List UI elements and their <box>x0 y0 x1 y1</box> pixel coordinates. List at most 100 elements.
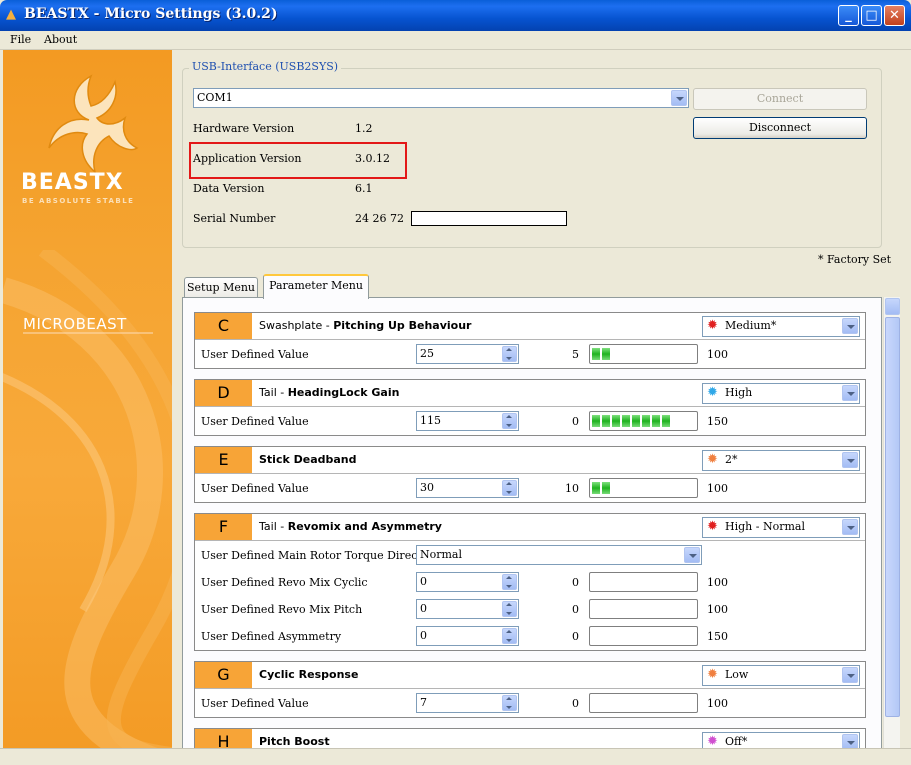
title-bar: ▲ BEASTX - Micro Settings (3.0.2) _ □ ✕ <box>0 0 911 31</box>
sun-icon: ✹ <box>707 734 718 749</box>
vertical-scrollbar[interactable] <box>883 297 900 765</box>
brand-tagline: BE ABSOLUTE STABLE <box>22 197 135 205</box>
spinner-value[interactable]: 25 <box>420 347 434 360</box>
param-title: Tail - HeadingLock Gain <box>259 386 399 399</box>
window-title: BEASTX - Micro Settings (3.0.2) <box>24 6 278 22</box>
tab-setup-menu[interactable]: Setup Menu <box>184 277 258 298</box>
param-block-g: G Cyclic Response ✹ Low User Defined Value 7 0… <box>194 661 866 718</box>
param-option-value: Low <box>725 668 749 681</box>
value-spinner[interactable]: 0 <box>416 626 519 646</box>
param-title-prefix: Tail - <box>259 520 288 533</box>
spinner-arrows-icon[interactable] <box>502 628 517 644</box>
product-name: MICROBEAST <box>23 315 127 333</box>
value-spinner[interactable]: 25 <box>416 344 519 364</box>
menu-about[interactable]: About <box>44 33 77 46</box>
param-title-name: Revomix and Asymmetry <box>287 520 442 533</box>
value-spinner[interactable]: 7 <box>416 693 519 713</box>
spinner-value[interactable]: 115 <box>420 414 441 427</box>
param-letter: E <box>195 447 252 473</box>
spinner-arrows-icon[interactable] <box>502 601 517 617</box>
value-spinner[interactable]: 0 <box>416 572 519 592</box>
chevron-down-icon[interactable] <box>842 667 858 683</box>
hardware-version-label: Hardware Version <box>193 122 295 135</box>
value-spinner[interactable]: 30 <box>416 478 519 498</box>
param-letter: D <box>195 380 252 406</box>
param-title-prefix: Tail - <box>259 386 288 399</box>
serial-number-value: 24 26 72 <box>355 212 404 225</box>
close-button[interactable]: ✕ <box>884 5 905 26</box>
min-value: 0 <box>572 630 579 643</box>
spinner-value[interactable]: 0 <box>420 602 427 615</box>
param-title: Cyclic Response <box>259 668 358 681</box>
chevron-down-icon[interactable] <box>684 547 700 563</box>
spinner-value[interactable]: 30 <box>420 481 434 494</box>
spinner-arrows-icon[interactable] <box>502 695 517 711</box>
connect-button[interactable]: Connect <box>693 88 867 110</box>
param-title-name: Stick Deadband <box>259 453 357 466</box>
param-option-value: High <box>725 386 753 399</box>
min-value: 0 <box>572 697 579 710</box>
chevron-down-icon[interactable] <box>842 385 858 401</box>
value-progress-bar <box>589 693 698 713</box>
scroll-thumb[interactable] <box>885 317 900 717</box>
spinner-value[interactable]: 7 <box>420 696 427 709</box>
param-block-e: E Stick Deadband ✹ 2* User Defined Value 30 10… <box>194 446 866 503</box>
value-progress-bar <box>589 572 698 592</box>
max-value: 100 <box>707 576 728 589</box>
progress-segment <box>602 415 610 427</box>
minimize-button[interactable]: _ <box>838 5 859 26</box>
value-spinner[interactable]: 115 <box>416 411 519 431</box>
max-value: 150 <box>707 630 728 643</box>
value-progress-bar <box>589 626 698 646</box>
param-header: E Stick Deadband ✹ 2* <box>195 447 865 474</box>
spinner-arrows-icon[interactable] <box>502 574 517 590</box>
param-row: User Defined Value 25 5 100 <box>195 341 865 368</box>
menu-bar: File About <box>0 31 911 50</box>
scroll-up-button[interactable] <box>885 298 900 315</box>
serial-number-label: Serial Number <box>193 212 276 225</box>
param-title: Stick Deadband <box>259 453 357 466</box>
chevron-down-icon[interactable] <box>842 318 858 334</box>
chevron-down-icon[interactable] <box>842 452 858 468</box>
com-port-value: COM1 <box>197 91 233 104</box>
chevron-down-icon[interactable] <box>842 519 858 535</box>
max-value: 100 <box>707 348 728 361</box>
param-block-c: C Swashplate - Pitching Up Behaviour ✹ Medi… <box>194 312 866 369</box>
value-spinner[interactable]: 0 <box>416 599 519 619</box>
min-value: 5 <box>572 348 579 361</box>
param-option-select[interactable]: ✹ 2* <box>702 450 860 471</box>
param-option-select[interactable]: ✹ High - Normal <box>702 517 860 538</box>
brand-name: BEASTX <box>21 170 124 195</box>
param-row: User Defined Revo Mix Cyclic 0 0 100 <box>195 569 865 596</box>
progress-segment <box>612 415 620 427</box>
spinner-value[interactable]: 0 <box>420 575 427 588</box>
maximize-button[interactable]: □ <box>861 5 882 26</box>
main-panel: USB-Interface (USB2SYS) COM1 Connect Dis… <box>172 50 911 765</box>
torque-direction-select[interactable]: Normal <box>416 545 702 565</box>
spinner-arrows-icon[interactable] <box>502 346 517 362</box>
spinner-arrows-icon[interactable] <box>502 480 517 496</box>
param-row: User Defined Value 30 10 100 <box>195 475 865 502</box>
param-row-label: User Defined Revo Mix Pitch <box>201 603 363 616</box>
brand-banner: BEASTX BE ABSOLUTE STABLE MICROBEAST <box>3 50 172 750</box>
progress-segment <box>592 415 600 427</box>
chevron-down-icon[interactable] <box>671 90 687 106</box>
min-value: 0 <box>572 576 579 589</box>
param-header: F Tail - Revomix and Asymmetry ✹ High - Nor… <box>195 514 865 541</box>
param-header: C Swashplate - Pitching Up Behaviour ✹ Medi… <box>195 313 865 340</box>
spinner-arrows-icon[interactable] <box>502 413 517 429</box>
param-option-select[interactable]: ✹ Low <box>702 665 860 686</box>
spinner-value[interactable]: 0 <box>420 629 427 642</box>
param-option-value: Off* <box>725 735 748 748</box>
menu-file[interactable]: File <box>10 33 31 46</box>
com-port-select[interactable]: COM1 <box>193 88 689 108</box>
param-title-prefix: Swashplate - <box>259 319 334 332</box>
param-row: User Defined Value 7 0 100 <box>195 690 865 717</box>
param-option-select[interactable]: ✹ Medium* <box>702 316 860 337</box>
param-block-d: D Tail - HeadingLock Gain ✹ High User Define… <box>194 379 866 436</box>
usb-interface-legend: USB-Interface (USB2SYS) <box>189 60 342 73</box>
disconnect-button[interactable]: Disconnect <box>693 117 867 139</box>
tab-parameter-menu[interactable]: Parameter Menu <box>263 274 369 299</box>
param-option-select[interactable]: ✹ High <box>702 383 860 404</box>
progress-segment <box>592 348 600 360</box>
